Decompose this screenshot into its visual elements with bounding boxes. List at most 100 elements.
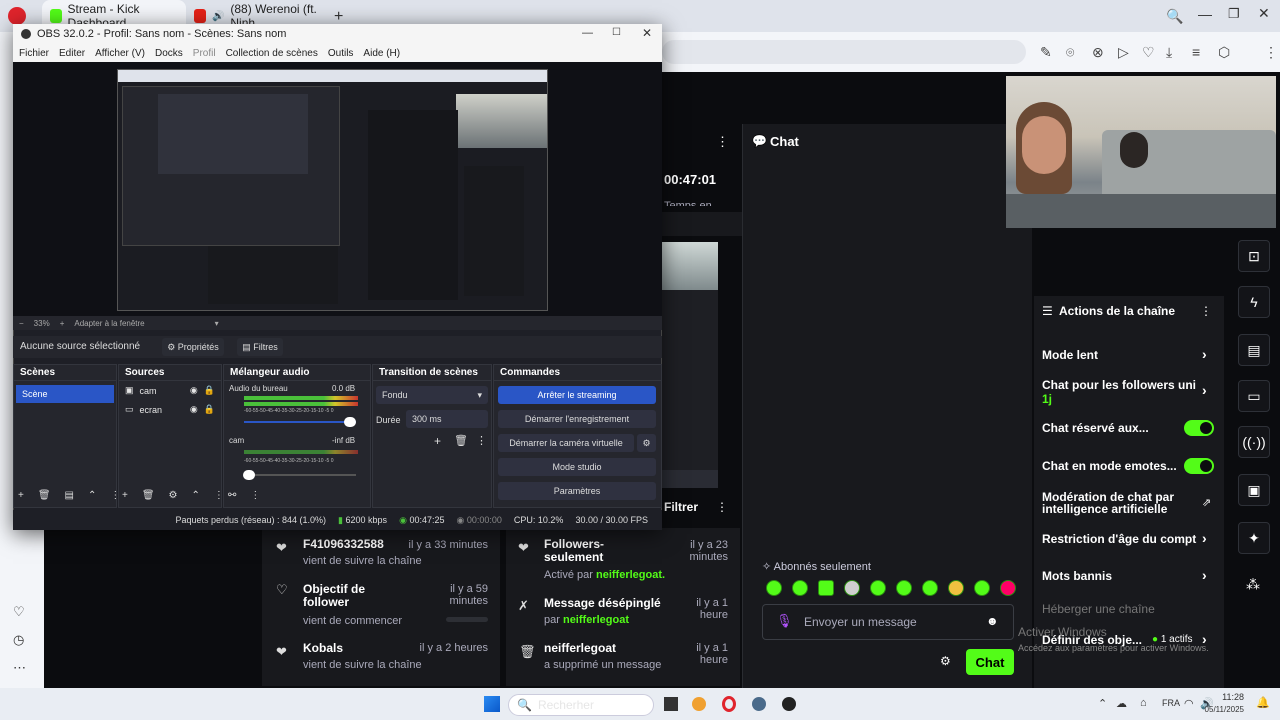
emoji-icon[interactable]: ☻ bbox=[986, 614, 999, 628]
lock-icon[interactable]: 🔒 bbox=[204, 404, 215, 415]
studio-mode-button[interactable]: Mode studio bbox=[498, 458, 656, 476]
action-age-restriction[interactable]: Restriction d'âge du compt bbox=[1042, 533, 1212, 545]
feed-item-user[interactable]: neifferlegoat bbox=[563, 614, 629, 626]
chevron-right-icon[interactable]: › bbox=[1202, 346, 1207, 362]
camera-icon[interactable]: ⌾ bbox=[1066, 44, 1074, 61]
source-item[interactable]: ▣ cam ◉ 🔒 bbox=[119, 381, 221, 400]
emote-icon[interactable] bbox=[844, 580, 860, 596]
gear-icon[interactable]: ⚙ bbox=[940, 654, 951, 668]
heart-icon[interactable]: ♡ bbox=[1142, 44, 1155, 61]
url-field[interactable] bbox=[662, 40, 1026, 64]
emote-icon[interactable] bbox=[792, 580, 808, 596]
chevron-up-icon[interactable]: ⌃ bbox=[88, 490, 96, 501]
menu-scene-collection[interactable]: Collection de scènes bbox=[226, 48, 318, 59]
download-icon[interactable]: ⤓ bbox=[1166, 44, 1172, 61]
microphone-icon[interactable]: 🎙 bbox=[776, 613, 793, 629]
opera-icon[interactable] bbox=[722, 696, 736, 712]
app-icon[interactable] bbox=[664, 697, 678, 711]
duration-input[interactable]: 300 ms bbox=[406, 410, 488, 428]
virtual-camera-button[interactable]: Démarrer la caméra virtuelle bbox=[498, 434, 634, 452]
chevron-up-icon[interactable]: ⌃ bbox=[192, 490, 200, 501]
action-ai-moderation[interactable]: Modération de chat par intelligence arti… bbox=[1042, 491, 1192, 515]
maximize-icon[interactable]: ☐ bbox=[612, 27, 621, 38]
minimize-icon[interactable]: — bbox=[1198, 6, 1212, 22]
filter-icon[interactable]: ▤ bbox=[65, 490, 74, 501]
menu-tools[interactable]: Outils bbox=[328, 48, 354, 59]
lightning-icon[interactable]: ϟ bbox=[1238, 286, 1270, 318]
close-icon[interactable]: ✕ bbox=[1258, 5, 1270, 22]
more-icon[interactable]: ⋮ bbox=[716, 134, 729, 150]
gear-icon[interactable]: ⚙ bbox=[637, 434, 656, 452]
filters-button[interactable]: ▤ Filtres bbox=[237, 338, 283, 356]
volume-slider-handle[interactable] bbox=[243, 470, 255, 480]
volume-slider[interactable] bbox=[244, 421, 356, 423]
clock-date[interactable]: 05/11/2025 bbox=[1198, 705, 1244, 714]
more-icon[interactable]: ⋮ bbox=[110, 490, 120, 501]
emote-icon[interactable] bbox=[896, 580, 912, 596]
menu-file[interactable]: Fichier bbox=[19, 48, 49, 59]
more-icon[interactable]: ⋮ bbox=[250, 490, 260, 501]
emote-icon[interactable] bbox=[818, 580, 834, 596]
trash-icon[interactable]: 🗑 bbox=[142, 490, 155, 501]
notification-icon[interactable]: 🔔 bbox=[1256, 696, 1270, 709]
wrench-icon[interactable]: ✦ bbox=[1238, 522, 1270, 554]
gear-icon[interactable]: ⚙ bbox=[169, 490, 178, 501]
shield-icon[interactable]: ⊗ bbox=[1092, 44, 1104, 61]
browser-logo-icon[interactable] bbox=[8, 7, 26, 25]
action-slow-mode[interactable]: Mode lent bbox=[1042, 349, 1212, 361]
settings-button[interactable]: Paramètres bbox=[498, 482, 656, 500]
volume-slider[interactable] bbox=[244, 474, 356, 476]
share-icon[interactable]: ⁂ bbox=[1246, 576, 1260, 593]
minimize-icon[interactable]: — bbox=[582, 27, 593, 39]
zoom-in-icon[interactable]: + bbox=[60, 319, 65, 328]
network-icon[interactable]: ⌂ bbox=[1140, 697, 1147, 709]
emote-mode-toggle[interactable] bbox=[1184, 458, 1214, 474]
eye-icon[interactable]: ◉ bbox=[190, 385, 198, 396]
cube-icon[interactable]: ⬡ bbox=[1218, 44, 1230, 61]
wifi-icon[interactable]: ◠ bbox=[1184, 697, 1194, 710]
chevron-right-icon[interactable]: › bbox=[1202, 382, 1207, 398]
filter-label[interactable]: Filtrer bbox=[664, 500, 698, 514]
more-icon[interactable]: ⋯ bbox=[13, 660, 26, 676]
emote-icon[interactable] bbox=[922, 580, 938, 596]
add-icon[interactable]: + bbox=[18, 490, 24, 501]
lock-icon[interactable]: 🔒 bbox=[204, 385, 215, 396]
more-icon[interactable]: ⋮ bbox=[1200, 304, 1212, 318]
document-icon[interactable]: ▤ bbox=[1238, 334, 1270, 366]
transition-select[interactable]: Fondu ▾ bbox=[376, 386, 488, 404]
taskbar-search[interactable]: 🔍 Recherher bbox=[508, 694, 654, 716]
heart-icon[interactable]: ♡ bbox=[13, 604, 25, 620]
feed-item-user[interactable]: neifferlegoat. bbox=[596, 569, 665, 581]
speaker-icon[interactable]: 🔊 bbox=[212, 11, 224, 22]
external-link-icon[interactable]: ⇗ bbox=[1202, 496, 1211, 509]
eye-icon[interactable]: ◉ bbox=[190, 404, 198, 415]
emote-icon[interactable] bbox=[870, 580, 886, 596]
settings-app-icon[interactable] bbox=[752, 697, 766, 711]
more-icon[interactable]: ⋮ bbox=[214, 490, 224, 501]
link-icon[interactable]: ⚯ bbox=[228, 490, 236, 501]
more-icon[interactable]: ⋮ bbox=[476, 434, 487, 447]
emote-icon[interactable] bbox=[948, 580, 964, 596]
stop-streaming-button[interactable]: Arrêter le streaming bbox=[498, 386, 656, 404]
broadcast-icon[interactable]: ((·)) bbox=[1238, 426, 1270, 458]
search-tabs-icon[interactable]: 🔍 bbox=[1166, 8, 1183, 25]
language-indicator[interactable]: FRA bbox=[1162, 698, 1180, 708]
more-icon[interactable]: ⋮ bbox=[1264, 44, 1278, 61]
menu-view[interactable]: Afficher (V) bbox=[95, 48, 145, 59]
cloud-icon[interactable]: ☁ bbox=[1116, 697, 1127, 710]
clock-time[interactable]: 11:28 bbox=[1222, 692, 1244, 702]
start-recording-button[interactable]: Démarrer l'enregistrement bbox=[498, 410, 656, 428]
trash-icon[interactable]: 🗑 bbox=[38, 490, 51, 501]
play-icon[interactable]: ▷ bbox=[1118, 44, 1129, 61]
emote-icon[interactable] bbox=[766, 580, 782, 596]
emote-icon[interactable] bbox=[974, 580, 990, 596]
fit-window-select[interactable]: Adapter à la fenêtre bbox=[74, 319, 144, 328]
app-icon[interactable] bbox=[692, 697, 706, 711]
zoom-out-icon[interactable]: − bbox=[19, 319, 24, 328]
edit-icon[interactable]: ✎ bbox=[1040, 44, 1052, 61]
chevron-up-icon[interactable]: ⌃ bbox=[1098, 697, 1107, 710]
obs-app-icon[interactable] bbox=[782, 697, 796, 711]
action-followers-chat[interactable]: Chat pour les followers uni bbox=[1042, 379, 1212, 391]
chevron-right-icon[interactable]: › bbox=[1202, 567, 1207, 583]
chevron-right-icon[interactable]: › bbox=[1202, 530, 1207, 546]
